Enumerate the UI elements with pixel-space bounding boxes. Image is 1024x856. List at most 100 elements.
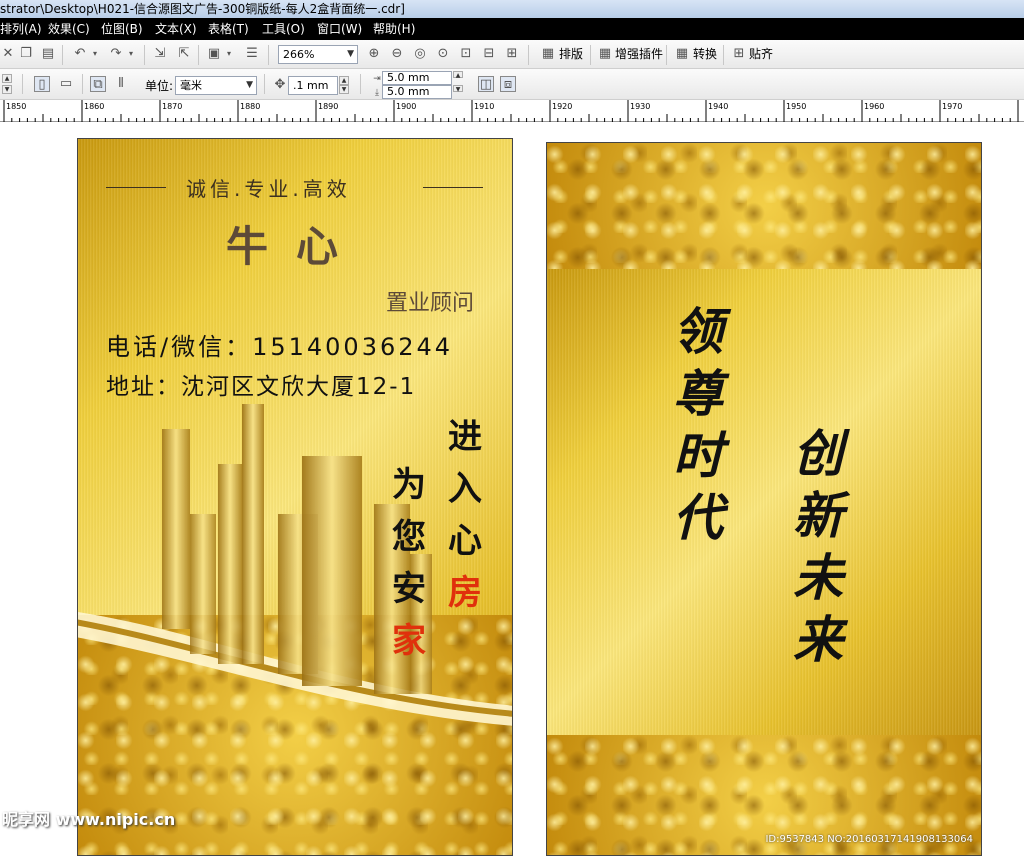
nudge-up-icon[interactable]: ▲: [339, 76, 349, 85]
zoom-combo[interactable]: 266% ▼: [278, 45, 358, 64]
spin-up-icon[interactable]: ▲: [2, 74, 12, 83]
enhance-plugin-icon: ▦: [598, 46, 612, 61]
vertical-char: 您: [392, 517, 426, 557]
snap-to-objects-icon[interactable]: ⧈: [500, 76, 516, 92]
menu-table[interactable]: 表格(T): [208, 21, 249, 37]
nudge-icon: ✥: [274, 77, 286, 92]
import-icon[interactable]: ⇲: [152, 46, 168, 62]
cut-icon[interactable]: ✕: [0, 46, 16, 62]
unit-select[interactable]: 毫米 ▼: [175, 76, 257, 95]
slogan-divider-left: [106, 187, 166, 188]
layout-plugin-icon: ▦: [541, 46, 555, 61]
business-card-back[interactable]: 领 尊 时 代 创 新 未 来 ID:9537843 NO:2016031714…: [546, 142, 982, 856]
current-page-icon[interactable]: ⫴: [113, 76, 129, 92]
calligraphy-char: 代: [673, 488, 723, 547]
calligraphy-char: 领: [673, 302, 723, 361]
image-id-watermark: ID:9537843 NO:20160317141908133064: [765, 834, 973, 845]
duplicate-x-value: 5.0 mm: [387, 71, 430, 84]
redo-dropdown-icon[interactable]: ▾: [126, 46, 136, 62]
chevron-down-icon: ▼: [347, 49, 354, 59]
ruler-label: 1870: [162, 102, 183, 111]
vertical-char-highlight: 房: [448, 573, 482, 613]
snap-plugin-icon: ⊞: [733, 46, 745, 61]
treat-as-filled-icon[interactable]: ◫: [478, 76, 494, 92]
title-bar: strator\Desktop\H021-信合源图文广告-300铜版纸-每人2盒…: [0, 0, 1024, 18]
zoom-all-icon[interactable]: ⊙: [435, 46, 451, 62]
spin-down-icon[interactable]: ▼: [2, 85, 12, 94]
zoom-height-icon[interactable]: ⊞: [504, 46, 520, 62]
calligraphy-char: 尊: [673, 364, 723, 423]
menu-tools[interactable]: 工具(O): [262, 21, 305, 37]
welcome-screen-icon[interactable]: ☰: [244, 46, 260, 62]
ruler-label: 1910: [474, 102, 495, 111]
undo-icon[interactable]: ↶: [72, 46, 88, 62]
brushed-gold-panel: [547, 269, 981, 735]
calligraphy-char: 未: [793, 548, 843, 607]
site-watermark: 昵享网 www.nipic.cn: [2, 810, 176, 829]
standard-toolbar: ✕ ❐ ▤ ↶ ▾ ↷ ▾ ⇲ ⇱ ▣ ▾ ☰ 266% ▼ ⊕ ⊖ ◎ ⊙ ⊡…: [0, 40, 1024, 69]
portrait-icon[interactable]: ▯: [34, 76, 50, 92]
drawing-canvas[interactable]: 诚信.专业.高效 牛心 置业顾问 电话/微信：15140036244 地址：沈河…: [0, 122, 1024, 856]
zoom-in-icon[interactable]: ⊕: [366, 46, 382, 62]
vertical-char: 心: [448, 521, 482, 561]
zoom-out-icon[interactable]: ⊖: [389, 46, 405, 62]
redo-icon[interactable]: ↷: [108, 46, 124, 62]
ruler-label: 1850: [6, 102, 27, 111]
zoom-selected-icon[interactable]: ◎: [412, 46, 428, 62]
calligraphy-column-1: 领 尊 时 代: [665, 301, 731, 549]
menu-bitmaps[interactable]: 位图(B): [101, 21, 143, 37]
paste-icon[interactable]: ▤: [40, 46, 56, 62]
ruler-label: 1970: [942, 102, 963, 111]
layout-plugin-button[interactable]: 排版: [559, 46, 583, 62]
menu-help[interactable]: 帮助(H): [373, 21, 415, 37]
copy-icon[interactable]: ❐: [18, 46, 34, 62]
enhance-plugin-button[interactable]: 增强插件: [615, 46, 663, 62]
landscape-icon[interactable]: ▭: [58, 76, 74, 92]
export-icon[interactable]: ⇱: [176, 46, 192, 62]
business-card-front[interactable]: 诚信.专业.高效 牛心 置业顾问 电话/微信：15140036244 地址：沈河…: [77, 138, 513, 856]
ruler-label: 1880: [240, 102, 261, 111]
address: 地址：沈河区文欣大厦12-1: [106, 374, 417, 400]
job-title: 置业顾问: [386, 291, 475, 316]
all-pages-icon[interactable]: ⧉: [90, 76, 106, 92]
zoom-width-icon[interactable]: ⊟: [481, 46, 497, 62]
ruler-label: 1920: [552, 102, 573, 111]
undo-dropdown-icon[interactable]: ▾: [90, 46, 100, 62]
vertical-char: 进: [448, 417, 482, 457]
menu-text[interactable]: 文本(X): [155, 21, 197, 37]
nudge-down-icon[interactable]: ▼: [339, 85, 349, 94]
application-launcher-icon[interactable]: ▣: [206, 46, 222, 62]
ruler-label: 1890: [318, 102, 339, 111]
duplicate-y-value: 5.0 mm: [387, 85, 430, 98]
nudge-input[interactable]: .1 mm: [288, 76, 338, 95]
calligraphy-column-2: 创 新 未 来: [785, 423, 851, 671]
ruler-label: 1940: [708, 102, 729, 111]
duplicate-x-up-icon[interactable]: ▲: [453, 71, 463, 79]
vertical-slogan-left: 为 您 安 家: [387, 459, 431, 667]
launcher-dropdown-icon[interactable]: ▾: [224, 46, 234, 62]
zoom-value: 266%: [283, 48, 315, 61]
calligraphy-char: 时: [673, 426, 723, 485]
zoom-page-icon[interactable]: ⊡: [458, 46, 474, 62]
ruler-label: 1900: [396, 102, 417, 111]
duplicate-y-down-icon[interactable]: ▼: [453, 85, 463, 93]
menu-effects[interactable]: 效果(C): [48, 21, 90, 37]
person-name: 牛心: [226, 222, 367, 271]
duplicate-y-input[interactable]: 5.0 mm: [382, 85, 452, 99]
window-title: strator\Desktop\H021-信合源图文广告-300铜版纸-每人2盒…: [0, 2, 405, 16]
slogan-text: 诚信.专业.高效: [186, 177, 351, 201]
menu-arrange[interactable]: 排列(A): [0, 21, 42, 37]
vertical-char-highlight: 家: [392, 621, 426, 661]
menu-window[interactable]: 窗口(W): [317, 21, 362, 37]
duplicate-x-input[interactable]: 5.0 mm: [382, 71, 452, 85]
coreldraw-window: strator\Desktop\H021-信合源图文广告-300铜版纸-每人2盒…: [0, 0, 1024, 856]
unit-label: 单位:: [145, 79, 174, 93]
vertical-char: 入: [448, 469, 482, 509]
horizontal-ruler[interactable]: 1850 1860 1870 1880 1890 1900 1910 1920 …: [0, 100, 1024, 122]
property-bar: ▲ ▼ ▯ ▭ ⧉ ⫴ 单位: 毫米 ▼ ✥ .1 mm ▲ ▼ ⇥ 5.0 m…: [0, 69, 1024, 100]
ornate-pattern-top: [547, 143, 981, 269]
snap-plugin-button[interactable]: 贴齐: [749, 46, 773, 62]
menu-bar: 排列(A) 效果(C) 位图(B) 文本(X) 表格(T) 工具(O) 窗口(W…: [0, 18, 1024, 40]
convert-plugin-icon: ▦: [675, 46, 689, 61]
convert-plugin-button[interactable]: 转换: [693, 46, 717, 62]
